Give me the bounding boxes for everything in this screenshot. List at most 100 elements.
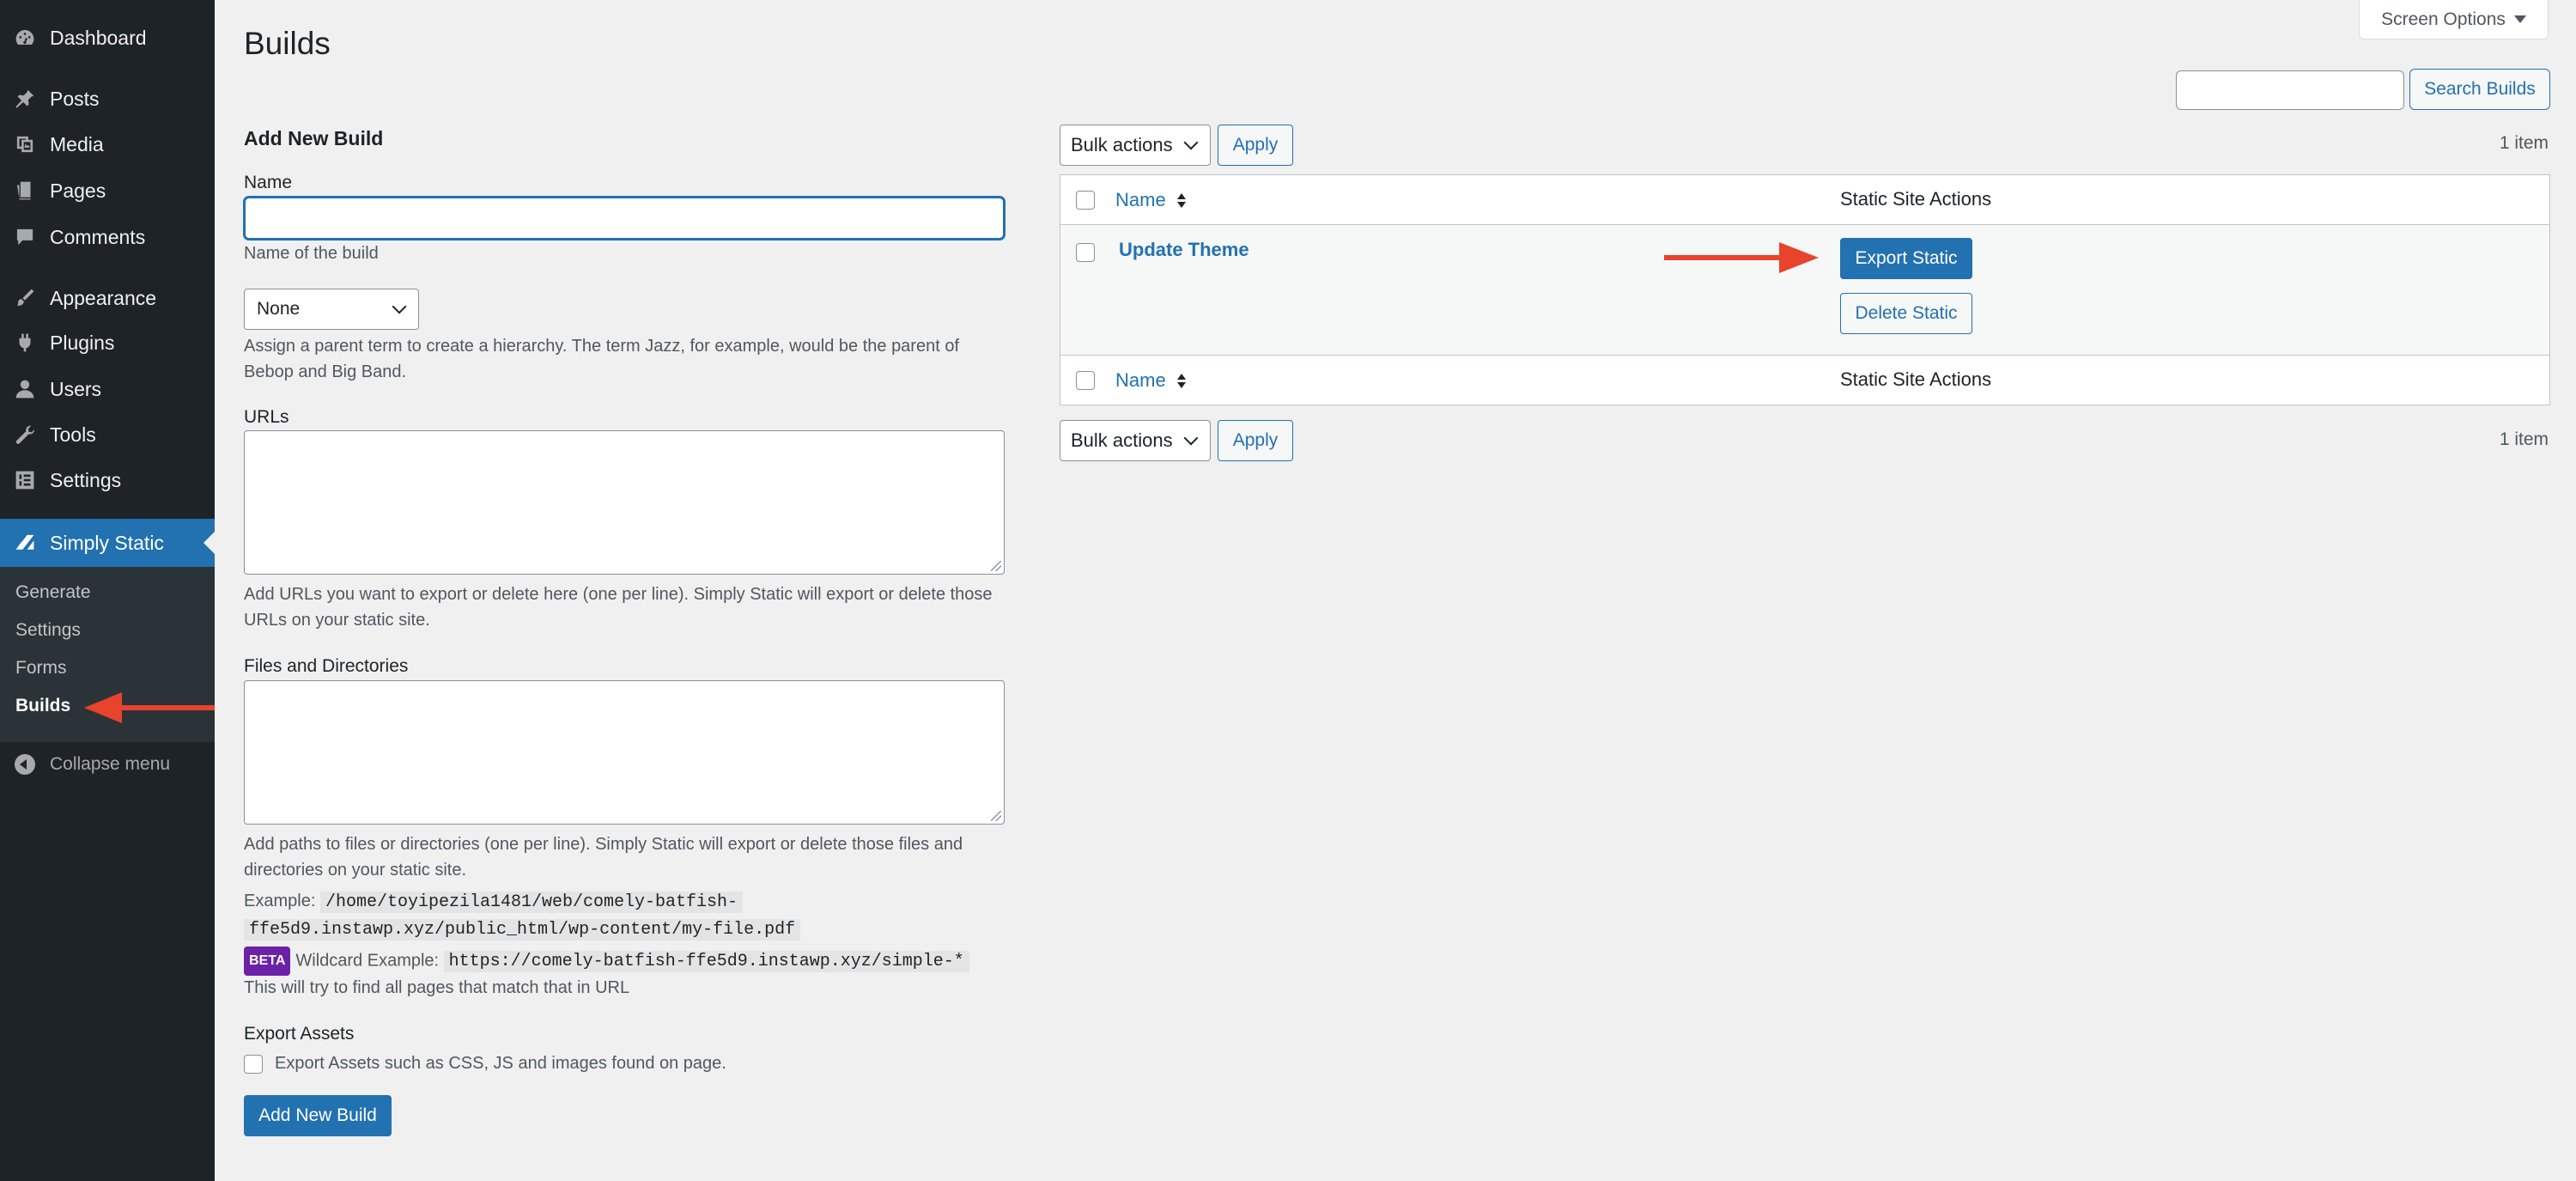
- collapse-menu-label: Collapse menu: [50, 754, 171, 774]
- sidebar-item-comments[interactable]: Comments: [0, 215, 215, 259]
- export-assets-label: Export Assets: [244, 1024, 355, 1044]
- bulk-actions-select-top[interactable]: Bulk actions: [1060, 125, 1211, 166]
- files-textarea[interactable]: [244, 680, 1005, 825]
- bulk-actions-select-bottom[interactable]: Bulk actions: [1060, 420, 1211, 461]
- sidebar-item-media[interactable]: Media: [0, 122, 215, 167]
- select-all-checkbox[interactable]: [1076, 191, 1095, 210]
- parent-help-text: Assign a parent term to create a hierarc…: [244, 337, 960, 381]
- example-label: Example:: [244, 892, 316, 910]
- sidebar-item-label: Settings: [50, 468, 122, 491]
- table-footer-row: Name Static Site Actions: [1060, 355, 2549, 405]
- sidebar-item-label: Plugins: [50, 331, 115, 354]
- files-help-text: Add paths to files or directories (one p…: [244, 835, 963, 880]
- apply-button-top[interactable]: Apply: [1218, 125, 1293, 166]
- annotation-arrow-builds: [84, 692, 215, 723]
- column-actions-label-footer: Static Site Actions: [1840, 368, 1992, 390]
- collapse-menu-button[interactable]: Collapse menu: [0, 742, 215, 787]
- sidebar-item-label: Media: [50, 132, 104, 155]
- wildcard-help-text: This will try to find all pages that mat…: [244, 978, 630, 997]
- sidebar-item-simply-static[interactable]: Simply Static: [0, 519, 215, 567]
- export-assets-row: Export Assets such as CSS, JS and images…: [244, 1054, 726, 1074]
- urls-label: URLs: [244, 407, 289, 427]
- export-static-button[interactable]: Export Static: [1840, 238, 1972, 279]
- annotation-arrow-export: [1664, 242, 1819, 273]
- search-input[interactable]: [2176, 70, 2404, 110]
- add-new-build-heading: Add New Build: [244, 127, 384, 149]
- screen-options-label: Screen Options: [2381, 9, 2506, 29]
- parent-select-value: None: [257, 299, 301, 319]
- parent-select[interactable]: None: [244, 289, 419, 330]
- select-all-checkbox-footer[interactable]: [1076, 371, 1095, 390]
- sort-icon: [1176, 192, 1186, 208]
- name-label: Name: [244, 173, 293, 192]
- export-assets-checkbox-label: Export Assets such as CSS, JS and images…: [275, 1054, 726, 1073]
- settings-icon: [12, 467, 38, 493]
- sidebar-item-settings[interactable]: Settings: [0, 458, 215, 502]
- export-assets-checkbox[interactable]: [244, 1054, 263, 1074]
- dashboard-icon: [12, 25, 38, 51]
- pages-icon: [12, 178, 38, 204]
- urls-help-text: Add URLs you want to export or delete he…: [244, 585, 993, 630]
- wrench-icon: [12, 422, 38, 447]
- sidebar-item-label: Simply Static: [50, 531, 164, 554]
- column-name-label: Name: [1115, 189, 1166, 210]
- column-name-sort-footer[interactable]: Name: [1115, 368, 1186, 393]
- apply-button-bottom[interactable]: Apply: [1218, 420, 1293, 461]
- resize-handle-icon[interactable]: [991, 561, 1001, 571]
- example-path-code-1: /home/toyipezila1481/web/comely-batfish-: [319, 892, 744, 913]
- row-title-link[interactable]: Update Theme: [1119, 239, 1249, 261]
- column-name-label: Name: [1115, 369, 1166, 391]
- resize-handle-icon[interactable]: [991, 811, 1001, 821]
- submenu-item-forms[interactable]: Forms: [15, 658, 67, 679]
- pin-icon: [12, 86, 38, 112]
- active-indicator: [204, 532, 215, 554]
- delete-static-button[interactable]: Delete Static: [1840, 293, 1972, 334]
- search-builds-button[interactable]: Search Builds: [2409, 69, 2550, 110]
- sort-icon: [1176, 373, 1186, 388]
- media-icon: [12, 131, 38, 157]
- wildcard-label: Wildcard Example:: [295, 951, 440, 971]
- simply-static-icon: [12, 530, 38, 556]
- collapse-icon: [12, 752, 38, 777]
- user-icon: [12, 376, 38, 402]
- sidebar-item-label: Pages: [50, 179, 106, 202]
- screen-options-button[interactable]: Screen Options: [2359, 0, 2549, 40]
- column-name-sort[interactable]: Name: [1115, 187, 1186, 212]
- chevron-down-icon: [1183, 135, 1199, 150]
- sidebar-item-posts[interactable]: Posts: [0, 76, 215, 121]
- brush-icon: [12, 285, 38, 311]
- sidebar-item-appearance[interactable]: Appearance: [0, 276, 215, 320]
- sidebar-item-tools[interactable]: Tools: [0, 412, 215, 457]
- add-new-build-button[interactable]: Add New Build: [244, 1095, 392, 1136]
- plugin-icon: [12, 330, 38, 356]
- example-path-block: Example: /home/toyipezila1481/web/comely…: [244, 888, 999, 943]
- row-checkbox[interactable]: [1076, 243, 1095, 262]
- sidebar-item-label: Users: [50, 377, 102, 400]
- sidebar-item-label: Posts: [50, 87, 100, 110]
- chevron-down-icon: [1183, 430, 1199, 446]
- urls-textarea[interactable]: [244, 430, 1005, 575]
- item-count-bottom: 1 item: [2499, 429, 2549, 449]
- admin-sidebar: Dashboard Posts Media Pages Comments App…: [0, 0, 215, 1181]
- submenu-item-builds[interactable]: Builds: [15, 696, 70, 716]
- sidebar-item-pages[interactable]: Pages: [0, 168, 215, 213]
- submenu-item-generate[interactable]: Generate: [15, 582, 91, 603]
- sidebar-item-plugins[interactable]: Plugins: [0, 320, 215, 365]
- bulk-actions-value: Bulk actions: [1071, 429, 1173, 451]
- sidebar-item-dashboard[interactable]: Dashboard: [0, 15, 215, 60]
- name-help-text: Name of the build: [244, 244, 379, 263]
- page-title: Builds: [244, 26, 331, 61]
- example-path-code-2: ffe5d9.instawp.xyz/public_html/wp-conten…: [244, 919, 801, 941]
- table-header-row: Name Static Site Actions: [1060, 175, 2549, 225]
- sidebar-item-users[interactable]: Users: [0, 367, 215, 411]
- submenu-item-settings[interactable]: Settings: [15, 620, 81, 641]
- beta-badge: BETA: [244, 947, 291, 976]
- wildcard-example-block: BETA Wildcard Example: https://comely-bat…: [244, 947, 999, 976]
- sidebar-item-label: Dashboard: [50, 26, 147, 49]
- bulk-actions-value: Bulk actions: [1071, 134, 1173, 155]
- builds-table: Name Static Site Actions Update Theme Ex…: [1060, 174, 2550, 405]
- sidebar-item-label: Tools: [50, 423, 96, 446]
- item-count-top: 1 item: [2499, 133, 2549, 153]
- chevron-down-icon: [392, 299, 407, 314]
- name-field[interactable]: [244, 197, 1005, 240]
